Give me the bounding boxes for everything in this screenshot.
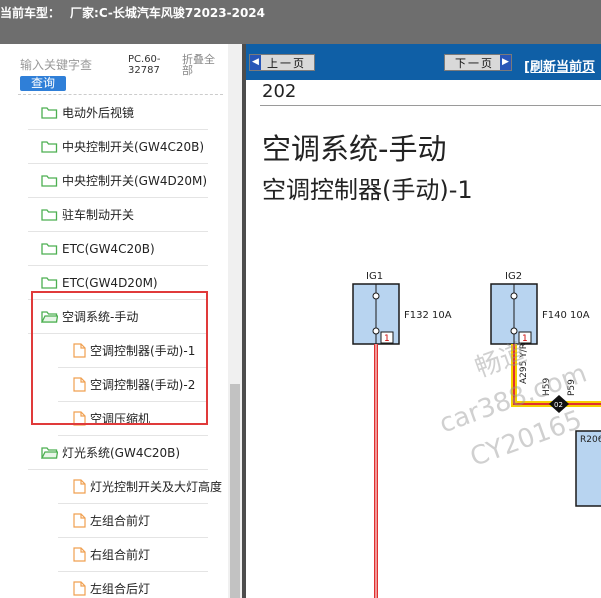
tree-item-label: 右组合前灯 [90,548,151,562]
fuse1-top-contact [372,292,380,300]
document-icon [73,479,86,494]
document-icon [73,547,86,562]
fuse2-top-contact [510,292,518,300]
tree-item-label: ETC(GW4D20M) [62,275,158,290]
document-title: 空调系统-手动 [262,132,447,166]
fuse1-bottom-contact [372,327,380,335]
fuse1-label: IG1 [366,271,383,282]
sidebar: 输入关键字查 查询 PC.60-32787 折叠全部 电动外后视镜中央控制开关(… [0,44,242,598]
folder-icon [41,208,58,221]
prev-page-label: 上一页 [267,56,306,70]
tree-item[interactable]: 左组合前灯 [73,504,150,537]
folder-icon [41,174,58,187]
pc-code: PC.60-32787 [128,54,161,76]
tree-item-label: 中央控制开关(GW4D20M) [62,174,208,188]
prev-page-button[interactable]: ◀ 上一页 [249,54,315,71]
tree-item[interactable]: 电动外后视镜 [41,96,134,129]
selection-highlight [31,291,208,425]
tree-item-label: 驻车制动开关 [62,208,135,222]
arrow-left-icon: ◀ [250,55,261,70]
nav-toolbar: ◀ 上一页 ▶ 下一页 [刷新当前页 [246,44,601,80]
tree-item-label: 灯光控制开关及大灯高度 [90,480,223,494]
search-button[interactable]: 查询 [20,76,66,91]
vehicle-label: 当前车型： [0,6,61,20]
connector-label: R206 [580,435,601,445]
tree-item-label: 电动外后视镜 [62,106,135,120]
fuse2-rating: F140 10A [542,310,590,321]
collapse-all-button[interactable]: 折叠全部 [182,54,224,76]
fuse1-pin: 1 [384,334,390,344]
arrow-right-icon: ▶ [500,55,511,70]
search-separator [18,94,223,95]
document-subtitle: 空调控制器(手动)-1 [262,176,473,204]
vehicle-title: 当前车型： 厂家:C-长城汽车风骏72023-2024 [0,4,265,21]
refresh-page-link[interactable]: [刷新当前页 [524,56,595,75]
fuse1-rating: F132 10A [404,310,452,321]
folder-open-icon [41,446,58,459]
sidebar-scrollbar[interactable] [228,44,242,598]
search-area: 输入关键字查 查询 PC.60-32787 折叠全部 [18,52,223,92]
folder-icon [41,242,58,255]
tree-item[interactable]: 驻车制动开关 [41,198,134,231]
fuse2-label: IG2 [505,271,522,282]
document-icon [73,581,86,596]
splice-label: 02 [554,401,563,409]
tree-item[interactable]: 中央控制开关(GW4C20B) [41,130,204,163]
folder-icon [41,276,58,289]
tree-item[interactable]: 灯光系统(GW4C20B) [41,436,180,469]
title-bar: 当前车型： 厂家:C-长城汽车风骏72023-2024 [0,0,601,44]
tree-item[interactable]: 左组合后灯 [73,572,150,598]
document-viewer: ◀ 上一页 ▶ 下一页 [刷新当前页 202 空调系统-手动 空调控制器(手动)… [246,44,601,598]
tree-item-label: 中央控制开关(GW4C20B) [62,140,205,154]
header-rule [260,105,601,106]
tree-item-label: 灯光系统(GW4C20B) [62,446,181,460]
tree-item[interactable]: 右组合前灯 [73,538,150,571]
search-input[interactable]: 输入关键字查 [20,56,118,73]
scrollbar-thumb[interactable] [230,384,240,598]
next-page-button[interactable]: ▶ 下一页 [444,54,512,71]
page-number: 202 [262,81,297,102]
vehicle-name: 厂家:C-长城汽车风骏72023-2024 [70,6,266,20]
tree-item-label: 左组合后灯 [90,582,151,596]
tree-item-label: 左组合前灯 [90,514,151,528]
document-icon [73,513,86,528]
folder-icon [41,106,58,119]
tree-item[interactable]: 中央控制开关(GW4D20M) [41,164,207,197]
fuse2-pin: 1 [522,334,528,344]
tree-item[interactable]: 灯光控制开关及大灯高度 [73,470,222,503]
next-page-label: 下一页 [455,56,494,70]
tree-item[interactable]: ETC(GW4C20B) [41,232,155,265]
folder-icon [41,140,58,153]
tree-item-label: ETC(GW4C20B) [62,241,155,256]
